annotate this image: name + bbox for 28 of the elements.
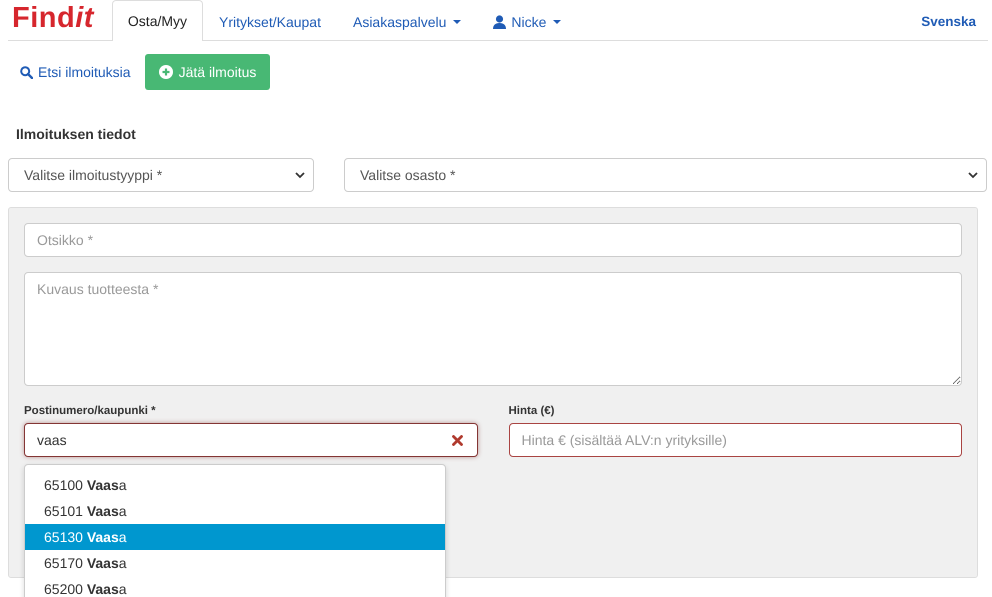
clear-icon[interactable]	[452, 435, 462, 446]
logo[interactable]: Findit	[8, 1, 112, 40]
select-field[interactable]: Valitse ilmoitustyyppi *	[8, 158, 314, 192]
select-field[interactable]: Valitse osasto *	[344, 158, 987, 192]
caret-icon	[553, 20, 562, 24]
search-link[interactable]: Etsi ilmoituksia	[20, 64, 131, 80]
section-title: Ilmoituksen tiedot	[16, 126, 137, 142]
chevron-down-icon	[295, 172, 305, 178]
price-field[interactable]: Hinta € (sisältää ALV:n yrityksille)	[508, 423, 962, 457]
suggestion-item[interactable]: 65101 Vaasa	[25, 498, 445, 524]
location-field[interactable]: vaas	[24, 423, 478, 457]
field-label: Hinta (€)	[508, 405, 556, 417]
nav-tab[interactable]: Osta/Myy	[112, 0, 204, 41]
suggestion-item[interactable]: 65170 Vaasa	[25, 550, 445, 576]
description-field[interactable]: Kuvaus tuotteesta *	[24, 272, 962, 386]
chevron-down-icon	[968, 172, 978, 178]
plus-circle-icon	[158, 65, 173, 79]
caret-icon	[453, 20, 462, 24]
suggestion-item[interactable]: 65100 Vaasa	[25, 472, 445, 498]
field-label: Postinumero/kaupunki *	[24, 405, 157, 417]
search-icon	[20, 66, 33, 78]
nav-tab[interactable]: Yritykset/Kaupat	[203, 1, 337, 41]
nav-tab[interactable]: Nicke	[477, 1, 578, 41]
title-field[interactable]: Otsikko *	[24, 223, 962, 257]
user-icon	[493, 14, 506, 28]
language-link[interactable]: Svenska	[909, 14, 988, 40]
suggestion-item[interactable]: 65200 Vaasa	[25, 576, 445, 597]
nav-tab[interactable]: Asiakaspalvelu	[336, 1, 478, 41]
